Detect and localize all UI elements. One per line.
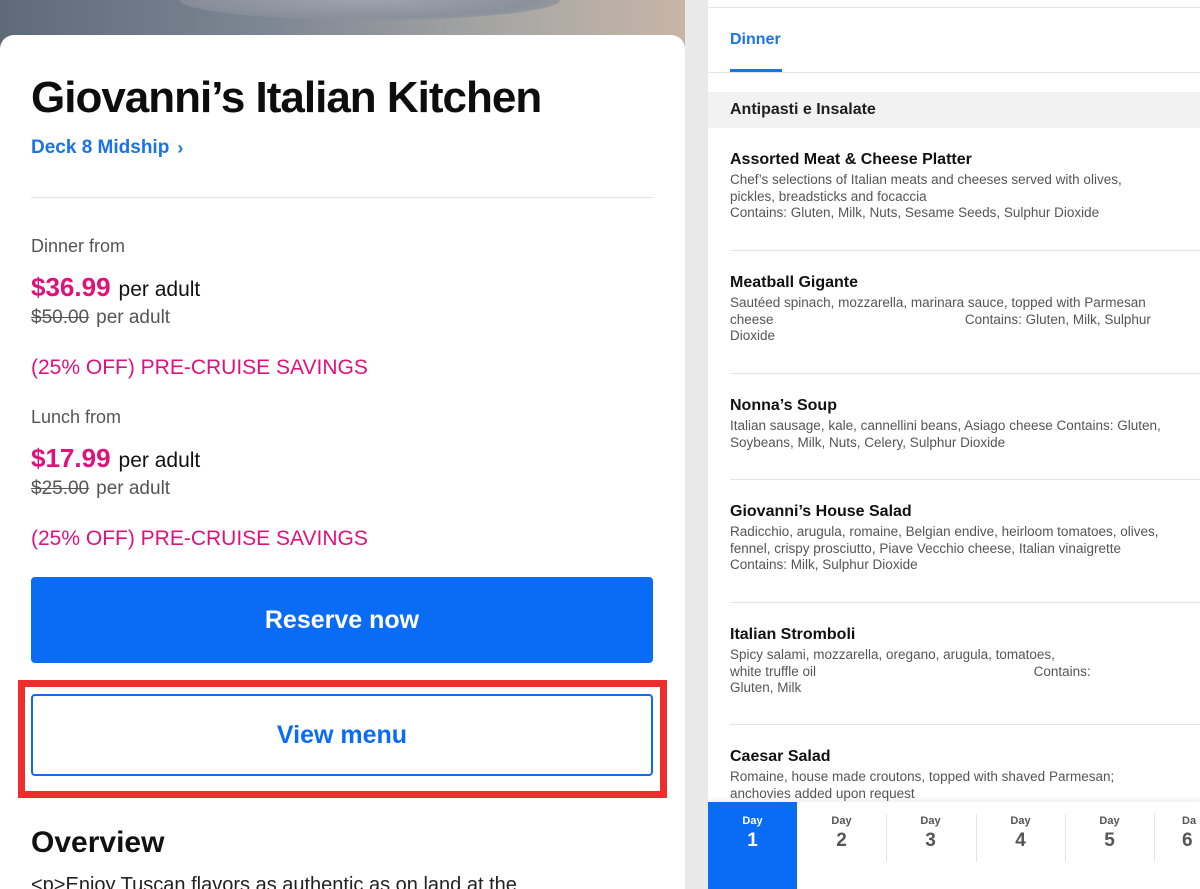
restaurant-title: Giovanni’s Italian Kitchen: [31, 73, 542, 122]
dinner-price-unit: per adult: [118, 278, 201, 301]
pane-divider: [685, 0, 708, 889]
lunch-price-unit: per adult: [118, 449, 201, 472]
dinner-old-unit: per adult: [96, 307, 171, 328]
overview-text: <p>Enjoy Tuscan flavors as authentic as …: [31, 874, 517, 889]
day-selector: Day 1 Day 2 Day 3 Day 4 Day 5 Da 6: [708, 802, 1200, 889]
restaurant-detail-pane: Giovanni’s Italian Kitchen Deck 8 Midshi…: [0, 0, 685, 889]
day-tab-1[interactable]: Day 1: [708, 802, 797, 889]
location-link[interactable]: Deck 8 Midship ›: [31, 137, 183, 159]
menu-section-header: Antipasti e Insalate: [708, 92, 1200, 128]
lunch-label: Lunch from: [31, 407, 122, 427]
day-number: 3: [925, 830, 936, 851]
menu-item: Assorted Meat & Cheese Platter Chef’s se…: [730, 151, 1200, 222]
dinner-savings: (25% OFF) PRE-CRUISE SAVINGS: [31, 356, 368, 379]
day-label: Day: [831, 815, 852, 827]
lunch-old-amount: $25.00: [31, 478, 90, 499]
reserve-now-button[interactable]: Reserve now: [31, 577, 653, 663]
day-number: 5: [1104, 830, 1115, 851]
dinner-old-amount: $50.00: [31, 307, 90, 328]
top-border: [708, 7, 1200, 8]
menu-item: Caesar Salad Romaine, house made crouton…: [730, 748, 1200, 802]
menu-item-divider: [730, 724, 1200, 725]
menu-item-name: Caesar Salad: [730, 748, 831, 765]
menu-pane: Dinner Antipasti e Insalate Assorted Mea…: [708, 0, 1200, 889]
day-number: 1: [747, 830, 758, 851]
menu-item-divider: [730, 479, 1200, 480]
day-label: Day: [742, 815, 763, 827]
overview-heading: Overview: [31, 826, 165, 859]
lunch-savings: (25% OFF) PRE-CRUISE SAVINGS: [31, 527, 368, 550]
lunch-price-amount: $17.99: [31, 443, 111, 473]
menu-item-description: Radicchio, arugula, romaine, Belgian end…: [730, 524, 1159, 572]
day-tab-4[interactable]: Day 4: [976, 802, 1065, 889]
dinner-original-price: $50.00 per adult: [31, 307, 170, 329]
tab-divider: [708, 72, 1200, 73]
dinner-price: $36.99 per adult: [31, 272, 200, 303]
dinner-label: Dinner from: [31, 236, 126, 256]
menu-item-divider: [730, 373, 1200, 374]
day-tab-2[interactable]: Day 2: [797, 802, 886, 889]
tab-dinner[interactable]: Dinner: [730, 31, 781, 49]
menu-item-description: Spicy salami, mozzarella, oregano, arugu…: [730, 647, 1091, 695]
menu-item-description: Sautéed spinach, mozzarella, marinara sa…: [730, 295, 1151, 343]
lunch-old-unit: per adult: [96, 478, 171, 499]
lunch-original-price: $25.00 per adult: [31, 478, 170, 500]
day-tab-3[interactable]: Day 3: [886, 802, 975, 889]
menu-item: Giovanni’s House Salad Radicchio, arugul…: [730, 503, 1200, 574]
menu-item-name: Nonna’s Soup: [730, 397, 837, 414]
menu-item-description: Chef’s selections of Italian meats and c…: [730, 172, 1122, 220]
day-label: Day: [1010, 815, 1031, 827]
divider: [31, 197, 654, 198]
view-menu-button[interactable]: View menu: [31, 694, 653, 776]
menu-item: Nonna’s Soup Italian sausage, kale, cann…: [730, 397, 1200, 451]
lunch-price: $17.99 per adult: [31, 443, 200, 474]
day-tab-6[interactable]: Da 6: [1154, 802, 1200, 889]
day-number: 2: [836, 830, 847, 851]
chevron-right-icon: ›: [177, 137, 184, 158]
menu-item: Italian Stromboli Spicy salami, mozzarel…: [730, 626, 1200, 697]
menu-item-divider: [730, 602, 1200, 603]
menu-item-description: Italian sausage, kale, cannellini beans,…: [730, 418, 1161, 450]
day-label: Da: [1182, 815, 1197, 827]
menu-item-divider: [730, 250, 1200, 251]
day-number: 4: [1015, 830, 1026, 851]
dinner-price-amount: $36.99: [31, 272, 111, 302]
menu-item-name: Italian Stromboli: [730, 626, 856, 643]
menu-item-name: Giovanni’s House Salad: [730, 503, 912, 520]
location-label: Deck 8 Midship: [31, 137, 170, 158]
menu-item-description: Romaine, house made croutons, topped wit…: [730, 769, 1115, 801]
day-label: Day: [1099, 815, 1120, 827]
menu-item: Meatball Gigante Sautéed spinach, mozzar…: [730, 274, 1200, 345]
day-tab-5[interactable]: Day 5: [1065, 802, 1154, 889]
day-number: 6: [1182, 830, 1193, 851]
menu-item-name: Meatball Gigante: [730, 274, 859, 291]
day-label: Day: [920, 815, 941, 827]
menu-item-name: Assorted Meat & Cheese Platter: [730, 151, 972, 168]
